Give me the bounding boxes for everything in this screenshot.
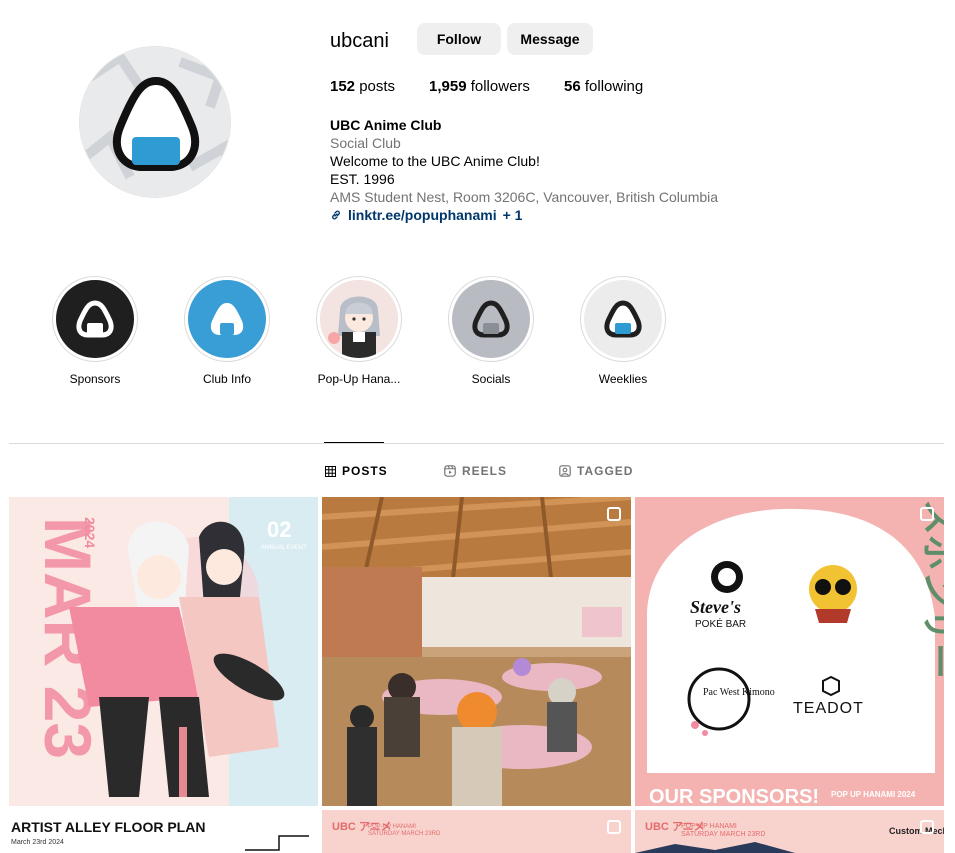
keyboard-text: Custom Mechanical Keyboard	[889, 826, 944, 836]
username: ubcani	[330, 30, 389, 52]
highlight-sponsors[interactable]: Sponsors	[35, 276, 155, 386]
vertical-year-text: 2024	[82, 517, 98, 548]
followers-stat[interactable]: 1,959 followers	[429, 78, 530, 95]
sponsor-teadot: TEADOT	[793, 700, 864, 717]
tabs-divider	[9, 443, 944, 444]
highlight-ring	[184, 276, 270, 362]
message-button[interactable]: Message	[507, 23, 593, 55]
post-thumbnail[interactable]: UBC アニメ POP-UP HANAMI SATURDAY MARCH 23R…	[635, 810, 944, 853]
sponsor-steves: Steve's	[690, 597, 741, 617]
followers-label: followers	[470, 78, 530, 95]
floor-plan-date: March 23rd 2024	[11, 839, 64, 846]
illustration-image: 02 ANNUAL EVENT MAR 23 2024	[9, 497, 318, 806]
floor-plan-image: ARTIST ALLEY FLOOR PLAN March 23rd 2024	[9, 810, 318, 853]
hanami-keyboard-banner-image: UBC アニメ POP-UP HANAMI SATURDAY MARCH 23R…	[635, 810, 944, 853]
post-thumbnail[interactable]: 02 ANNUAL EVENT MAR 23 2024	[9, 497, 318, 806]
banner-line-2: SATURDAY MARCH 23RD	[368, 831, 441, 837]
pop-up-hanami-2024-text: POP UP HANAMI 2024	[831, 790, 916, 799]
following-count: 56	[564, 78, 581, 95]
onigiri-icon	[472, 300, 510, 338]
post-thumbnail[interactable]: スポンサー Steve's POKÉ BAR Pac West Kimono T…	[635, 497, 944, 806]
bio-name: UBC Anime Club	[330, 117, 442, 133]
bio-line-1: Welcome to the UBC Anime Club!	[330, 153, 540, 169]
highlight-cover	[56, 280, 134, 358]
event-photo-image	[322, 497, 631, 806]
sponsors-heading-jp: スポンサー	[919, 499, 944, 679]
highlight-weeklies[interactable]: Weeklies	[563, 276, 683, 386]
onigiri-icon	[76, 300, 114, 338]
tab-tagged-label: TAGGED	[577, 464, 634, 478]
sponsor-steves-sub: POKÉ BAR	[695, 617, 746, 630]
our-sponsors-text: OUR SPONSORS!	[649, 786, 819, 806]
multiple-images-icon	[607, 820, 621, 834]
sponsor-pac-west-kimono: Pac West Kimono	[703, 687, 775, 698]
highlight-cover	[320, 280, 398, 358]
posts-count: 152	[330, 78, 356, 95]
event-label: ANNUAL EVENT	[261, 545, 307, 551]
highlight-label: Weeklies	[598, 372, 648, 386]
follow-button[interactable]: Follow	[417, 23, 501, 55]
tagged-icon	[559, 465, 571, 477]
floor-plan-title: ARTIST ALLEY FLOOR PLAN	[11, 819, 205, 835]
onigiri-icon	[210, 303, 244, 335]
banner-line-1: POP-UP HANAMI	[681, 823, 737, 830]
highlight-label: Socials	[471, 372, 511, 386]
grid-icon	[325, 465, 336, 477]
link-icon	[332, 210, 340, 220]
highlight-ring	[448, 276, 534, 362]
highlight-cover	[584, 280, 662, 358]
post-thumbnail[interactable]: ARTIST ALLEY FLOOR PLAN March 23rd 2024	[9, 810, 318, 853]
onigiri-icon	[604, 300, 642, 338]
onigiri-logo-icon	[80, 47, 230, 197]
banner-line-1: POP-UP HANAMI	[368, 824, 416, 830]
tab-reels[interactable]: REELS	[444, 464, 507, 478]
reels-icon	[444, 465, 456, 477]
bio-line-2: EST. 1996	[330, 171, 395, 187]
highlight-label: Sponsors	[69, 372, 121, 386]
posts-stat: 152 posts	[330, 78, 395, 95]
followers-count: 1,959	[429, 78, 467, 95]
post-thumbnail[interactable]	[322, 497, 631, 806]
following-stat[interactable]: 56 following	[564, 78, 643, 95]
multiple-images-icon	[607, 507, 621, 521]
bio-link-extra[interactable]: + 1	[503, 206, 523, 224]
bio-link-text[interactable]: linktr.ee/popuphanami	[348, 206, 497, 224]
highlight-ring	[52, 276, 138, 362]
bio-link[interactable]: linktr.ee/popuphanami + 1	[330, 206, 718, 224]
active-tab-indicator	[324, 442, 384, 443]
highlight-pop-up-hanami[interactable]: Pop-Up Hana...	[299, 276, 419, 386]
anime-character-icon	[320, 280, 398, 358]
multiple-images-icon	[920, 507, 934, 521]
highlight-cover	[452, 280, 530, 358]
vertical-date-text: MAR 23	[31, 517, 105, 759]
multiple-images-icon	[920, 820, 934, 834]
tab-reels-label: REELS	[462, 464, 508, 478]
bio-category: Social Club	[330, 135, 401, 151]
tab-tagged[interactable]: TAGGED	[559, 464, 633, 478]
post-thumbnail[interactable]: UBC アニメ POP-UP HANAMI SATURDAY MARCH 23R…	[322, 810, 631, 853]
highlight-label: Club Info	[202, 372, 252, 386]
posts-label: posts	[359, 78, 396, 95]
highlight-ring	[580, 276, 666, 362]
event-number: 02	[267, 517, 291, 542]
highlight-socials[interactable]: Socials	[431, 276, 551, 386]
banner-line-2: SATURDAY MARCH 23RD	[681, 831, 765, 838]
highlight-club-info[interactable]: Club Info	[167, 276, 287, 386]
tab-posts[interactable]: POSTS	[325, 464, 388, 478]
highlight-ring	[316, 276, 402, 362]
highlight-label: Pop-Up Hana...	[317, 372, 401, 386]
profile-avatar[interactable]	[79, 46, 231, 198]
tab-posts-label: POSTS	[342, 464, 388, 478]
bio-address[interactable]: AMS Student Nest, Room 3206C, Vancouver,…	[330, 188, 718, 206]
following-label: following	[584, 78, 644, 95]
highlight-cover	[188, 280, 266, 358]
hanami-banner-image: UBC アニメ POP-UP HANAMI SATURDAY MARCH 23R…	[322, 810, 631, 853]
sponsors-graphic-image: スポンサー Steve's POKÉ BAR Pac West Kimono T…	[635, 497, 944, 806]
profile-bio: UBC Anime Club Social Club Welcome to th…	[330, 116, 718, 224]
